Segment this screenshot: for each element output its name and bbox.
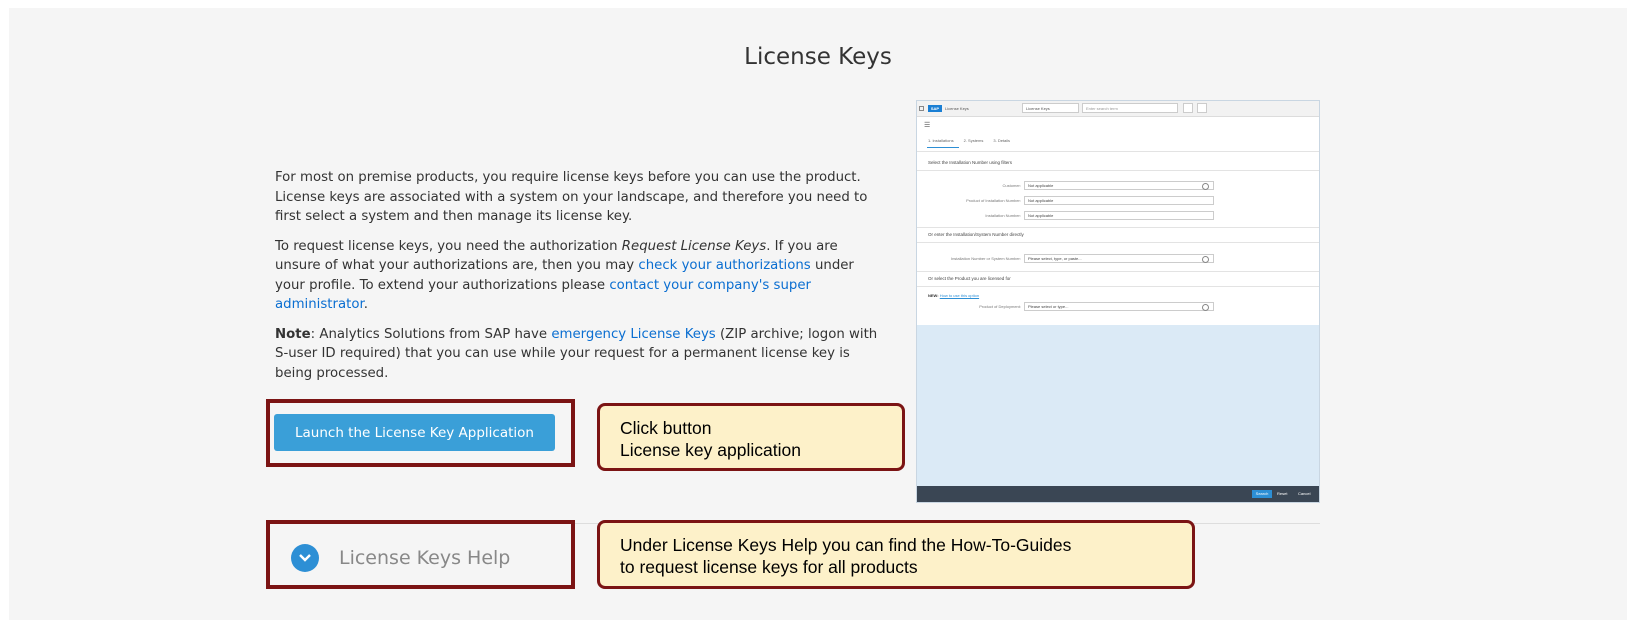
- page-title: License Keys: [744, 44, 892, 70]
- field-label: Installation Number:: [985, 213, 1021, 218]
- preview-new-hint: NEW: How to use this option: [928, 293, 979, 298]
- field-label: Product of Deployment:: [979, 304, 1021, 309]
- preview-tab: 3. Details: [993, 138, 1011, 143]
- text: .: [363, 297, 368, 312]
- help-highlight-box: [266, 520, 575, 589]
- new-link: How to use this option: [939, 293, 980, 298]
- field-text: Please select, type, or paste...: [1028, 256, 1082, 261]
- value-help-icon: [1202, 183, 1209, 190]
- field-text: Please select or type...: [1028, 304, 1069, 309]
- preview-dropdown: License Keys: [1022, 103, 1079, 113]
- value-help-icon: [1202, 256, 1209, 263]
- field-value: Not applicable: [1024, 196, 1214, 205]
- search-icon: [1183, 103, 1193, 113]
- preview-section-title: Or enter the Installation/System Number …: [928, 232, 1024, 237]
- preview-field-row: Installation Number: Not applicable: [917, 211, 1319, 221]
- button-callout: Click button License key application: [597, 403, 905, 471]
- field-value: Please select or type...: [1024, 302, 1214, 311]
- home-icon: [919, 106, 924, 111]
- callout-line-2: License key application: [620, 440, 801, 460]
- sap-logo: SAP: [928, 105, 942, 112]
- note-paragraph: Note: Analytics Solutions from SAP have …: [275, 325, 885, 384]
- preview-reset-button: Reset: [1277, 491, 1288, 496]
- preview-tabs: 1. Installations 2. Systems 3. Details: [928, 138, 1020, 143]
- preview-footer: Search Reset Cancel: [917, 486, 1319, 502]
- authorization-name: Request License Keys: [621, 238, 767, 254]
- app-preview-screenshot: SAP License Keys License Keys Enter sear…: [917, 101, 1319, 502]
- field-value: Not applicable: [1024, 211, 1214, 220]
- emergency-license-keys-link[interactable]: emergency License Keys: [551, 327, 715, 342]
- divider: [917, 170, 1319, 171]
- button-highlight-box: [266, 399, 575, 467]
- field-value: Please select, type, or paste...: [1024, 254, 1214, 263]
- preview-field-row: Product of Installation Number: Not appl…: [917, 196, 1319, 206]
- field-text: Not applicable: [1028, 183, 1054, 188]
- divider: [917, 227, 1319, 228]
- preview-section-title: Or select the Product you are licensed f…: [928, 276, 1011, 281]
- intro-paragraph-1: For most on premise products, you requir…: [275, 170, 868, 224]
- text: To request license keys, you need the au…: [275, 238, 622, 254]
- divider: [917, 271, 1319, 272]
- text: : Analytics Solutions from SAP have: [310, 326, 552, 342]
- preview-field-row: Product of Deployment: Please select or …: [917, 302, 1319, 312]
- field-label: Customer:: [1002, 183, 1021, 188]
- preview-header: SAP License Keys License Keys Enter sear…: [917, 101, 1319, 117]
- preview-field-row: Customer: Not applicable: [917, 181, 1319, 191]
- preview-field-row: Installation Number or System Number: Pl…: [917, 254, 1319, 264]
- help-callout: Under License Keys Help you can find the…: [597, 520, 1195, 589]
- check-authorizations-link[interactable]: check your authorizations: [638, 258, 810, 273]
- divider: [917, 242, 1319, 243]
- callout-line-1: Click button: [620, 418, 712, 438]
- intro-paragraph-2: To request license keys, you need the au…: [275, 237, 885, 315]
- callout-line-1: Under License Keys Help you can find the…: [620, 535, 1072, 555]
- callout-line-2: to request license keys for all products: [620, 557, 918, 577]
- preview-tab: 1. Installations: [928, 138, 954, 143]
- intro-text: For most on premise products, you requir…: [275, 168, 885, 393]
- new-label: NEW:: [928, 293, 939, 298]
- divider: [917, 286, 1319, 287]
- value-help-icon: [1202, 304, 1209, 311]
- preview-search-button: Search: [1252, 490, 1272, 498]
- field-value: Not applicable: [1024, 181, 1214, 190]
- preview-tab: 2. Systems: [963, 138, 984, 143]
- field-label: Installation Number or System Number:: [950, 256, 1021, 261]
- preview-brand: License Keys: [945, 106, 969, 111]
- preview-cancel-button: Cancel: [1298, 491, 1311, 496]
- field-label: Product of Installation Number:: [966, 198, 1021, 203]
- note-label: Note: [275, 326, 311, 342]
- preview-section-title: Select the Installation Number using fil…: [928, 160, 1013, 165]
- menu-icon: ☰: [924, 122, 931, 129]
- preview-form: ☰ 1. Installations 2. Systems 3. Details S…: [917, 117, 1319, 325]
- divider: [917, 151, 1319, 152]
- help-icon: [1197, 103, 1207, 113]
- preview-search-input: Enter search term: [1082, 103, 1178, 113]
- active-tab-indicator: [927, 147, 959, 148]
